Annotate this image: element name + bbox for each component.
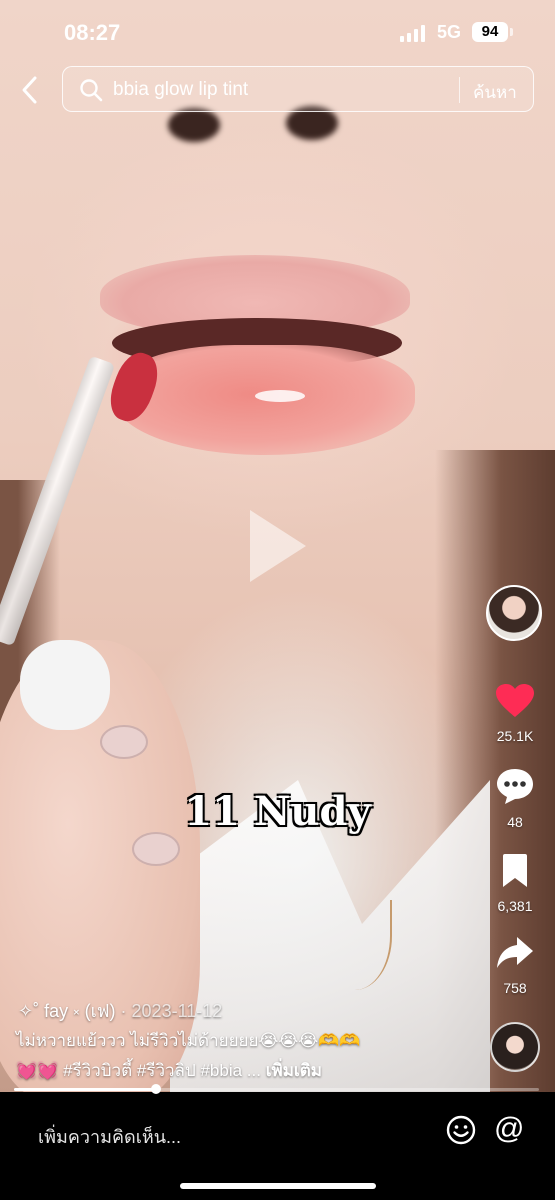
search-bar[interactable]: bbia glow lip tint ค้นหา bbox=[62, 66, 534, 112]
caption-hashtags[interactable]: #รีวิวบิวตี้ #รีวิวลิป #bbia ... bbox=[63, 1061, 261, 1080]
creator-avatar[interactable] bbox=[486, 585, 542, 641]
chevron-left-icon bbox=[22, 76, 37, 104]
heart-icon bbox=[496, 684, 534, 717]
bookmark-button[interactable]: 6,381 bbox=[486, 853, 544, 914]
sound-avatar[interactable] bbox=[490, 1022, 540, 1072]
video-fingernail bbox=[100, 725, 148, 759]
share-button[interactable]: 758 bbox=[486, 935, 544, 996]
bookmark-count: 6,381 bbox=[497, 898, 533, 914]
home-indicator bbox=[180, 1183, 376, 1189]
post-date: 2023-11-12 bbox=[131, 1001, 223, 1021]
battery-cap bbox=[510, 28, 513, 36]
like-count: 25.1K bbox=[496, 728, 534, 744]
network-type: 5G bbox=[437, 22, 462, 42]
video-lip-shine bbox=[255, 390, 305, 402]
caption-emoji-hearts: 💓💓 bbox=[16, 1061, 59, 1081]
at-icon[interactable]: @ bbox=[494, 1112, 524, 1146]
comment-button[interactable]: 48 bbox=[486, 767, 544, 830]
smiley-icon[interactable] bbox=[445, 1114, 477, 1146]
status-time: 08:27 bbox=[64, 20, 121, 45]
signal-icon bbox=[400, 25, 425, 42]
search-query[interactable]: bbia glow lip tint bbox=[113, 79, 248, 101]
comment-bar: เพิ่มความคิดเห็น... @ bbox=[0, 1094, 555, 1200]
search-icon bbox=[80, 79, 103, 102]
video-overlay-text: 11 Nudy bbox=[184, 788, 371, 835]
caption-line-1: ไม่หวายแย้ววว ไม่รีวิวไม่ด้ายยยย😭😭😭🫶🫶 bbox=[16, 1026, 486, 1056]
video-fingernail bbox=[132, 832, 180, 866]
author-name[interactable]: ✧˚ fay ༝ (เฟ) bbox=[18, 1001, 116, 1021]
video-progress-bar[interactable] bbox=[14, 1084, 539, 1094]
search-button[interactable]: ค้นหา bbox=[473, 79, 517, 106]
caption-text: ไม่หวายแย้ววว ไม่รีวิวไม่ด้ายยยย bbox=[16, 1031, 259, 1050]
like-button[interactable]: 25.1K bbox=[486, 683, 544, 744]
share-arrow-icon bbox=[497, 937, 533, 968]
see-more-link[interactable]: เพิ่มเติม bbox=[266, 1061, 322, 1080]
search-divider bbox=[459, 77, 460, 103]
separator: · bbox=[120, 1001, 127, 1021]
play-icon[interactable] bbox=[250, 510, 306, 582]
comment-input[interactable]: เพิ่มความคิดเห็น... bbox=[38, 1122, 181, 1151]
status-bar: 08:27 5G 94 bbox=[0, 0, 555, 62]
caption-line-2: 💓💓 #รีวิวบิวตี้ #รีวิวลิป #bbia ... เพิ่… bbox=[16, 1056, 486, 1086]
post-caption[interactable]: ไม่หวายแย้ววว ไม่รีวิวไม่ด้ายยยย😭😭😭🫶🫶 💓💓… bbox=[16, 1026, 486, 1086]
bookmark-icon bbox=[503, 854, 527, 887]
back-button[interactable] bbox=[16, 72, 46, 108]
video-nostril-left bbox=[168, 108, 220, 142]
battery-icon: 94 bbox=[472, 22, 508, 42]
video-progress-fill bbox=[14, 1088, 156, 1091]
video-tint-tube bbox=[20, 640, 110, 730]
share-count: 758 bbox=[503, 980, 527, 996]
comment-count: 48 bbox=[507, 814, 523, 830]
caption-emoji: 😭😭😭🫶🫶 bbox=[258, 1031, 361, 1051]
comment-bubble-icon bbox=[497, 769, 533, 804]
video-progress-handle[interactable] bbox=[150, 1084, 161, 1094]
